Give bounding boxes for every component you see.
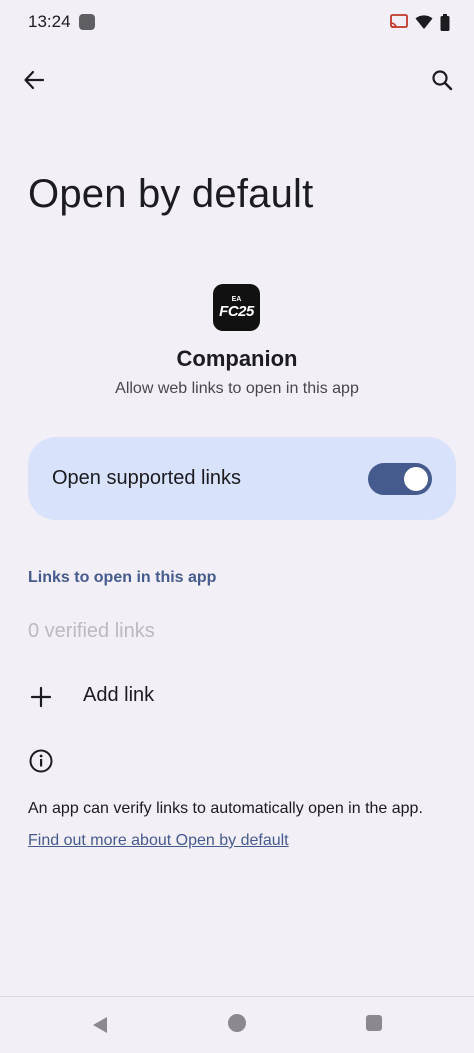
open-supported-links-card[interactable]: Open supported links [28,437,456,520]
links-section-header: Links to open in this app [28,569,217,586]
notification-icon [78,14,95,30]
page-title: Open by default [28,172,314,216]
learn-more-link[interactable]: Find out more about Open by default [28,832,289,850]
arrow-back-icon [24,70,45,90]
back-button[interactable] [16,62,52,98]
open-supported-links-switch[interactable] [368,462,432,495]
nav-home-button[interactable] [228,1014,246,1032]
battery-icon [440,13,450,31]
status-bar: 13:24 [0,0,474,44]
info-icon [29,749,53,773]
plus-icon [30,686,52,708]
status-left: 13:24 [28,12,95,32]
cast-icon [390,14,408,29]
app-icon-main-text: FC25 [219,303,254,320]
app-icon: EA FC25 [213,284,260,331]
info-text: An app can verify links to automatically… [28,800,423,817]
status-right [390,13,450,31]
nav-recents-button[interactable] [366,1015,382,1031]
verified-links-count: 0 verified links [28,620,155,642]
search-icon [432,70,453,91]
status-time: 13:24 [28,12,71,31]
open-supported-links-label: Open supported links [52,467,242,489]
switch-thumb [404,466,428,491]
nav-back-icon[interactable] [90,1015,110,1035]
search-button[interactable] [424,62,460,98]
system-nav-bar [0,996,474,1053]
app-name: Companion [176,346,298,371]
top-app-bar [0,56,474,104]
add-link-label: Add link [83,684,155,706]
add-link-row[interactable]: Add link [0,670,474,726]
wifi-icon [415,15,433,29]
app-subtitle: Allow web links to open in this app [115,380,359,397]
